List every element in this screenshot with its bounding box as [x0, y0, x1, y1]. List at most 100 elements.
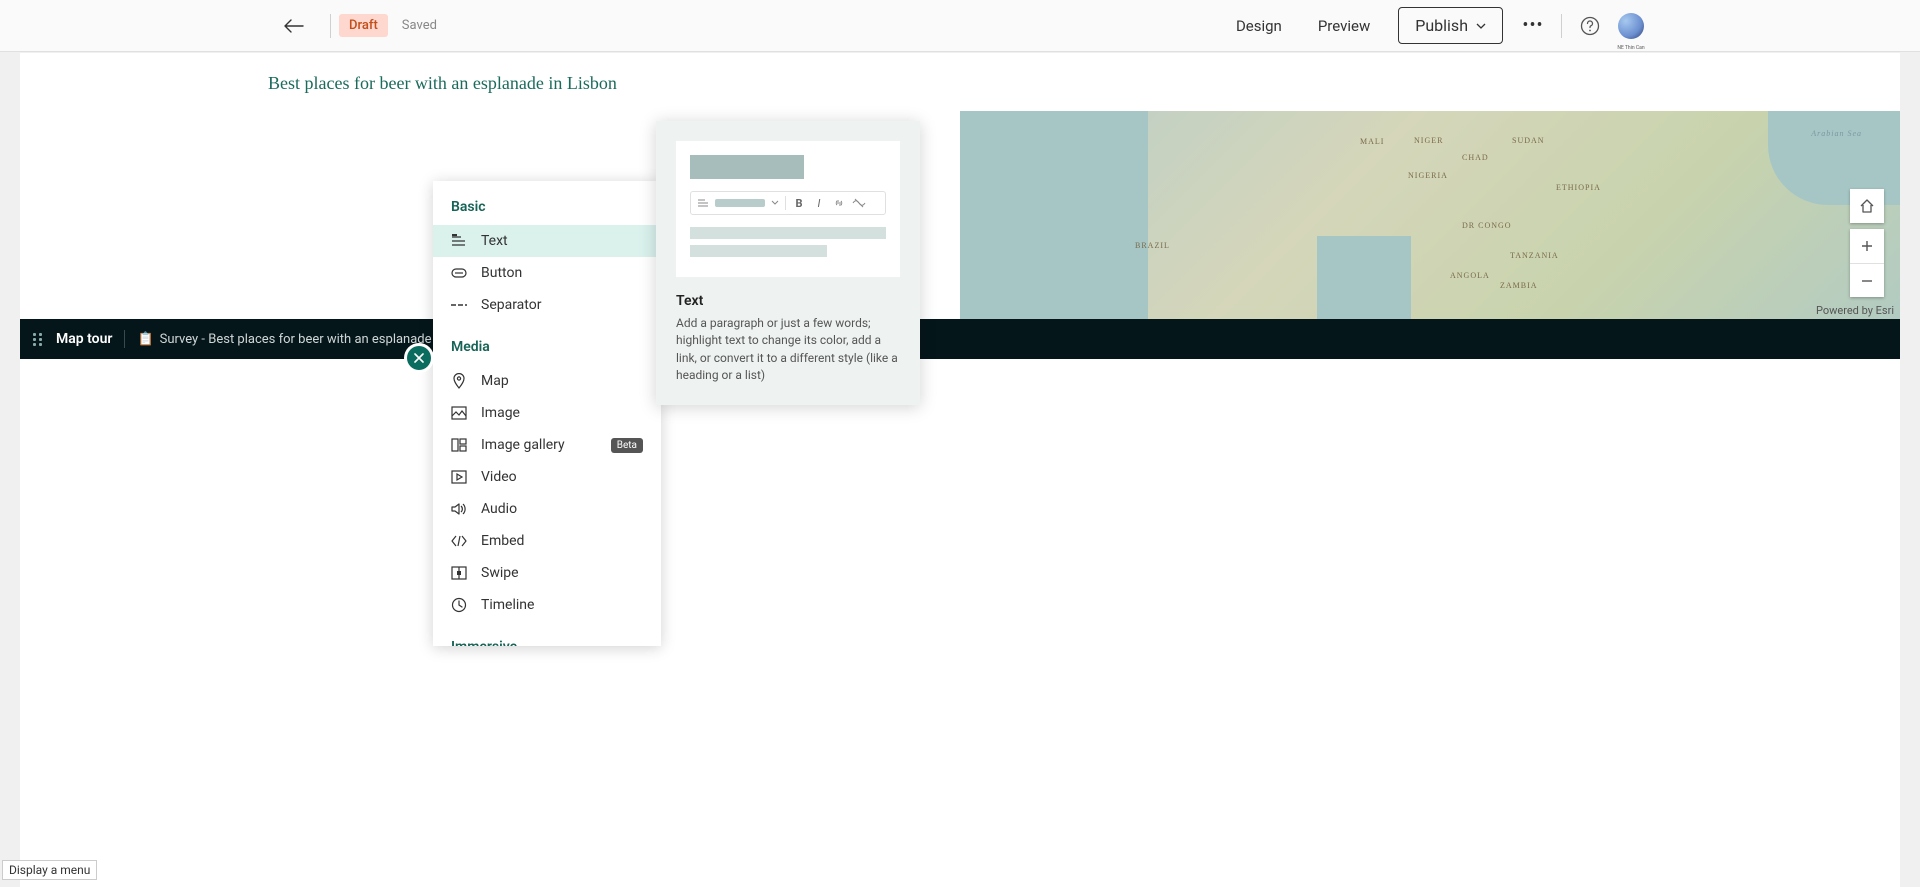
- user-avatar[interactable]: NE Thin Can: [1618, 13, 1644, 39]
- help-icon: [1580, 16, 1600, 36]
- block-title: Map tour: [56, 331, 112, 347]
- home-icon: [1859, 198, 1875, 214]
- close-icon: [414, 353, 424, 363]
- block-palette: Basic Text Button Separator Media Map: [433, 181, 661, 646]
- map-label: Chad: [1462, 153, 1489, 162]
- palette-item-label: Image: [481, 405, 520, 421]
- palette-item-label: Button: [481, 265, 522, 281]
- preview-thumbnail: B I: [676, 141, 900, 277]
- palette-item-button[interactable]: Button: [433, 257, 661, 289]
- timeline-icon: [451, 597, 467, 613]
- zoom-in-button[interactable]: [1850, 229, 1884, 263]
- video-icon: [451, 469, 467, 485]
- beta-badge: Beta: [611, 438, 643, 453]
- palette-item-embed[interactable]: Embed: [433, 525, 661, 557]
- placeholder-line: [690, 245, 827, 257]
- placeholder-line: [690, 227, 886, 239]
- section-media: Media: [433, 321, 661, 365]
- palette-item-label: Swipe: [481, 565, 519, 581]
- map-zoom-controls: [1850, 229, 1884, 297]
- map-tour-block[interactable]: Map tour 📋 Survey - Best places for beer…: [20, 319, 1900, 359]
- palette-item-label: Image gallery: [481, 437, 565, 453]
- text-style-icon: [697, 198, 709, 208]
- drag-handle[interactable]: [28, 333, 46, 346]
- palette-item-label: Map: [481, 373, 509, 389]
- map-home-button[interactable]: [1850, 189, 1884, 223]
- story-canvas: Best places for beer with an esplanade i…: [20, 53, 1900, 887]
- palette-item-image[interactable]: Image: [433, 397, 661, 429]
- gallery-icon: [451, 437, 467, 453]
- avatar-caption: NE Thin Can: [1617, 45, 1644, 51]
- italic-icon: I: [812, 196, 826, 210]
- clear-format-icon: [852, 196, 866, 210]
- app-header: Draft Saved Design Preview Publish ••• N…: [0, 0, 1920, 52]
- clipboard-emoji-icon: 📋: [137, 332, 153, 347]
- palette-item-label: Video: [481, 469, 517, 485]
- palette-item-video[interactable]: Video: [433, 461, 661, 493]
- palette-item-separator[interactable]: Separator: [433, 289, 661, 321]
- more-options-button[interactable]: •••: [1513, 15, 1553, 36]
- button-icon: [451, 265, 467, 281]
- text-icon: [451, 233, 467, 249]
- image-icon: [451, 405, 467, 421]
- map-label: Tanzania: [1510, 251, 1559, 260]
- placeholder-heading: [690, 155, 804, 179]
- divider: [330, 14, 331, 38]
- swipe-icon: [451, 565, 467, 581]
- placeholder-toolbar: B I: [690, 191, 886, 215]
- link-icon: [832, 196, 846, 210]
- audio-icon: [451, 501, 467, 517]
- plus-icon: [1861, 240, 1873, 252]
- map-block[interactable]: Brazil Mali Niger Sudan Chad Nigeria Eth…: [960, 111, 1900, 319]
- palette-item-label: Timeline: [481, 597, 534, 613]
- divider: [124, 330, 125, 348]
- map-label: Arabian Sea: [1811, 129, 1862, 138]
- back-button[interactable]: [276, 8, 312, 44]
- story-title[interactable]: Best places for beer with an esplanade i…: [20, 53, 1900, 112]
- palette-item-map[interactable]: Map: [433, 365, 661, 397]
- minus-icon: [1861, 275, 1873, 287]
- bold-icon: B: [792, 196, 806, 210]
- chevron-down-icon: [1476, 23, 1486, 29]
- close-palette-button[interactable]: [407, 346, 431, 370]
- divider: [1561, 14, 1562, 38]
- palette-item-label: Text: [481, 233, 508, 249]
- palette-item-timeline[interactable]: Timeline: [433, 589, 661, 621]
- palette-item-swipe[interactable]: Swipe: [433, 557, 661, 589]
- map-label: Ethiopia: [1556, 183, 1601, 192]
- draft-badge: Draft: [339, 14, 388, 37]
- help-button[interactable]: [1570, 16, 1610, 36]
- flyout-title: Text: [676, 293, 900, 309]
- palette-scroll[interactable]: Basic Text Button Separator Media Map: [433, 181, 661, 646]
- palette-item-image-gallery[interactable]: Image gallery Beta: [433, 429, 661, 461]
- map-attribution: Powered by Esri: [1816, 304, 1894, 317]
- arrow-left-icon: [283, 19, 305, 33]
- design-tab[interactable]: Design: [1218, 17, 1300, 35]
- preview-tab[interactable]: Preview: [1300, 17, 1388, 35]
- palette-item-text[interactable]: Text: [433, 225, 661, 257]
- map-label: Sudan: [1512, 136, 1545, 145]
- pin-icon: [451, 373, 467, 389]
- palette-item-label: Embed: [481, 533, 524, 549]
- section-basic: Basic: [433, 181, 661, 225]
- map-label: Niger: [1414, 136, 1443, 145]
- zoom-out-button[interactable]: [1850, 263, 1884, 297]
- map-label: Nigeria: [1408, 171, 1448, 180]
- section-immersive: Immersive: [433, 621, 661, 646]
- publish-button[interactable]: Publish: [1398, 7, 1503, 44]
- status-tooltip: Display a menu: [2, 860, 97, 880]
- ellipsis-icon: •••: [1522, 15, 1543, 36]
- separator-icon: [451, 297, 467, 313]
- palette-item-label: Separator: [481, 297, 541, 313]
- palette-item-audio[interactable]: Audio: [433, 493, 661, 525]
- saved-status: Saved: [402, 18, 437, 33]
- flyout-description: Add a paragraph or just a few words; hig…: [676, 315, 900, 385]
- embed-icon: [451, 533, 467, 549]
- chevron-down-icon: [771, 200, 779, 206]
- map-label: Mali: [1360, 137, 1384, 146]
- block-preview-flyout: B I Text Add a paragraph or just a few w…: [656, 121, 920, 405]
- map-label: Angola: [1450, 271, 1490, 280]
- map-label: DR Congo: [1462, 221, 1512, 230]
- map-label: Brazil: [1135, 241, 1170, 250]
- palette-item-label: Audio: [481, 501, 517, 517]
